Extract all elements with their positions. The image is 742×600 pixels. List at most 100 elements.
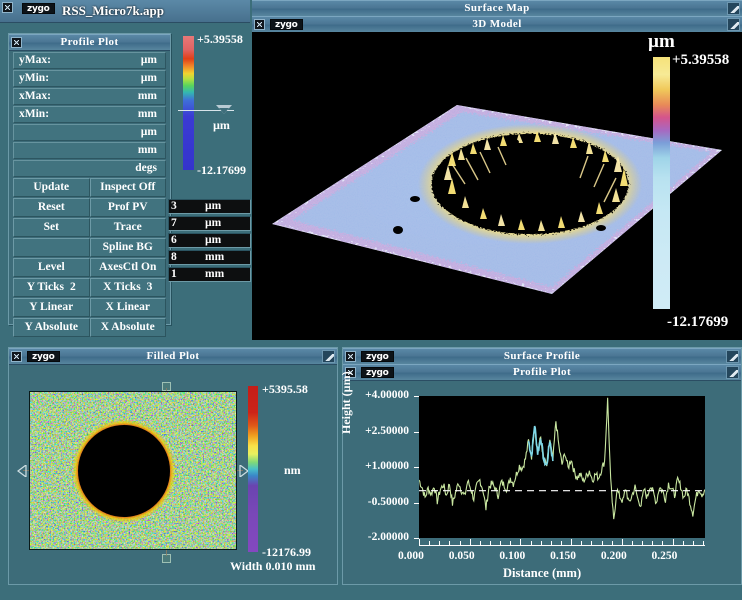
3d-model-canvas[interactable]: µm +5.39558 -12.17699 bbox=[252, 32, 742, 340]
profile-chart-x-minor-tick bbox=[560, 541, 562, 546]
numeric-field-1[interactable]: 3 µm bbox=[168, 199, 251, 214]
field-ymax-unit: µm bbox=[140, 54, 157, 66]
field-ymax[interactable]: yMax: µm bbox=[13, 52, 166, 69]
set-button[interactable]: Set bbox=[13, 218, 90, 237]
field-degs[interactable]: degs bbox=[13, 160, 166, 177]
profile-chart-x-tick-label: 0.050 bbox=[448, 550, 475, 562]
profile-chart-x-minor-tick bbox=[611, 541, 613, 546]
numeric-field-3-value: 6 bbox=[171, 234, 177, 246]
numeric-field-5[interactable]: 1 mm bbox=[168, 267, 251, 282]
profile-chart-x-minor-tick bbox=[449, 541, 451, 546]
profile-chart-x-minor-tick bbox=[489, 541, 491, 546]
profile-chart-y-tick-label: +2.50000 bbox=[365, 424, 409, 437]
model-3d-title: 3D Model bbox=[472, 18, 522, 30]
update-button[interactable]: Update bbox=[13, 178, 90, 197]
field-ymin-label: yMin: bbox=[19, 72, 50, 84]
y-scale-button[interactable]: Y Linear bbox=[13, 298, 90, 317]
trace-button[interactable]: Trace bbox=[89, 218, 166, 237]
app-system-menu-icon[interactable] bbox=[2, 2, 13, 13]
profile-chart-x-minor-tick bbox=[581, 541, 583, 546]
filled-plot-system-menu-icon[interactable] bbox=[11, 351, 22, 362]
profile-chart-x-minor-tick bbox=[540, 541, 542, 546]
blank-button[interactable] bbox=[13, 238, 90, 257]
numeric-field-2[interactable]: 7 µm bbox=[168, 216, 251, 231]
field-um[interactable]: µm bbox=[13, 124, 166, 141]
profile-plot-fields: yMax: µm yMin: µm xMax: mm xMin: mm µm m bbox=[9, 51, 170, 337]
surface-profile-resize-icon[interactable] bbox=[726, 350, 739, 363]
button-row-1: Update Inspect Off bbox=[13, 178, 166, 197]
surface-map-titlebar: Surface Map bbox=[252, 0, 742, 17]
prof-pv-button[interactable]: Prof PV bbox=[89, 198, 166, 217]
profile-chart-x-minor-tick bbox=[479, 541, 481, 546]
surface-map-colorbar-low: -12.17699 bbox=[667, 314, 729, 330]
field-mm[interactable]: mm bbox=[13, 142, 166, 159]
numeric-field-2-unit: µm bbox=[205, 217, 222, 229]
profile-chart-x-major-tick bbox=[621, 539, 623, 546]
field-xmin-unit: mm bbox=[137, 108, 157, 120]
profile-plot-system-menu-icon[interactable] bbox=[11, 37, 22, 48]
profile-chart-x-major-tick bbox=[571, 539, 573, 546]
profile-chart-x-minor-tick bbox=[500, 541, 502, 546]
profile-plot-chart-resize-icon[interactable] bbox=[726, 366, 739, 379]
field-ymin[interactable]: yMin: µm bbox=[13, 70, 166, 87]
numeric-field-4[interactable]: 8 mm bbox=[168, 250, 251, 265]
axesctl-toggle-button[interactable]: AxesCtl On bbox=[89, 258, 166, 277]
y-ticks-value: 2 bbox=[69, 281, 76, 293]
profile-chart-x-minor-tick bbox=[631, 541, 633, 546]
profile-plot-titlebar: Profile Plot bbox=[9, 34, 170, 51]
numeric-field-2-value: 7 bbox=[171, 217, 177, 229]
surface-map-window: Surface Map zygo 3D Model µm +5.39558 -1… bbox=[252, 0, 742, 340]
button-row-4: Spline BG bbox=[13, 238, 166, 257]
x-scale-button[interactable]: X Linear bbox=[89, 298, 166, 317]
y-absolute-button[interactable]: Y Absolute bbox=[13, 318, 90, 337]
x-absolute-button[interactable]: X Absolute bbox=[89, 318, 166, 337]
filled-plot-resize-icon[interactable] bbox=[322, 350, 335, 363]
profile-plot-control-panel: Profile Plot yMax: µm yMin: µm xMax: mm … bbox=[8, 33, 171, 337]
zygo-logo-icon-filled: zygo bbox=[27, 351, 60, 362]
surface-profile-titlebar: zygo Surface Profile bbox=[343, 348, 741, 365]
field-xmax[interactable]: xMax: mm bbox=[13, 88, 166, 105]
cursor-arrow-left-icon[interactable] bbox=[17, 465, 27, 477]
surface-profile-system-menu-icon[interactable] bbox=[345, 351, 356, 362]
spline-bg-button[interactable]: Spline BG bbox=[89, 238, 166, 257]
numeric-field-3[interactable]: 6 µm bbox=[168, 233, 251, 248]
profile-colorbar-low: -12.17699 bbox=[197, 163, 246, 177]
numeric-field-1-value: 3 bbox=[171, 200, 177, 212]
surface-map-resize-icon[interactable] bbox=[727, 2, 740, 15]
field-degs-unit: degs bbox=[135, 162, 157, 174]
profile-chart-x-tick-label: 0.200 bbox=[600, 550, 627, 562]
field-xmax-unit: mm bbox=[137, 90, 157, 102]
button-row-6: Y Ticks 2 X Ticks 3 bbox=[13, 278, 166, 297]
zygo-logo-icon-surfprof: zygo bbox=[361, 351, 394, 362]
profile-chart-x-tick-label: 0.150 bbox=[550, 550, 576, 562]
button-row-2: Reset Prof PV bbox=[13, 198, 166, 217]
profile-chart-x-minor-tick bbox=[439, 541, 441, 546]
y-ticks-label: Y Ticks bbox=[26, 281, 64, 293]
model-3d-resize-icon[interactable] bbox=[727, 18, 740, 31]
level-button[interactable]: Level bbox=[13, 258, 90, 277]
x-ticks-control[interactable]: X Ticks 3 bbox=[89, 278, 166, 297]
filled-plot-canvas[interactable] bbox=[29, 391, 237, 550]
profile-chart-series-2 bbox=[527, 425, 554, 467]
profile-chart-x-minor-tick bbox=[459, 541, 461, 546]
surface-map-colorbar-high: +5.39558 bbox=[672, 52, 730, 68]
profile-chart-x-major-tick bbox=[672, 539, 674, 546]
surface-map-colorbar: µm +5.39558 -12.17699 bbox=[648, 32, 729, 330]
profile-chart-x-major-tick bbox=[469, 539, 471, 546]
profile-colorbar-unit: µm bbox=[213, 118, 230, 132]
application-titlebar: zygo RSS_Micro7k.app bbox=[0, 0, 250, 23]
model-3d-system-menu-icon[interactable] bbox=[254, 19, 265, 30]
profile-chart-plot-area[interactable] bbox=[419, 396, 705, 538]
surface-profile-window: zygo Surface Profile zygo Profile Plot H… bbox=[339, 347, 742, 585]
profile-chart-x-tick-label: 0.000 bbox=[398, 550, 424, 562]
inspect-toggle-button[interactable]: Inspect Off bbox=[89, 178, 166, 197]
numeric-field-4-unit: mm bbox=[205, 251, 225, 263]
zygo-logo-icon-surfmap: zygo bbox=[270, 19, 303, 30]
colorbar-marker-triangle-icon[interactable] bbox=[216, 105, 232, 114]
numeric-field-5-value: 1 bbox=[171, 268, 177, 280]
field-xmin[interactable]: xMin: mm bbox=[13, 106, 166, 123]
y-ticks-control[interactable]: Y Ticks 2 bbox=[13, 278, 90, 297]
reset-button[interactable]: Reset bbox=[13, 198, 90, 217]
profile-chart-series-1 bbox=[419, 397, 705, 520]
numeric-field-3-unit: µm bbox=[205, 234, 222, 246]
